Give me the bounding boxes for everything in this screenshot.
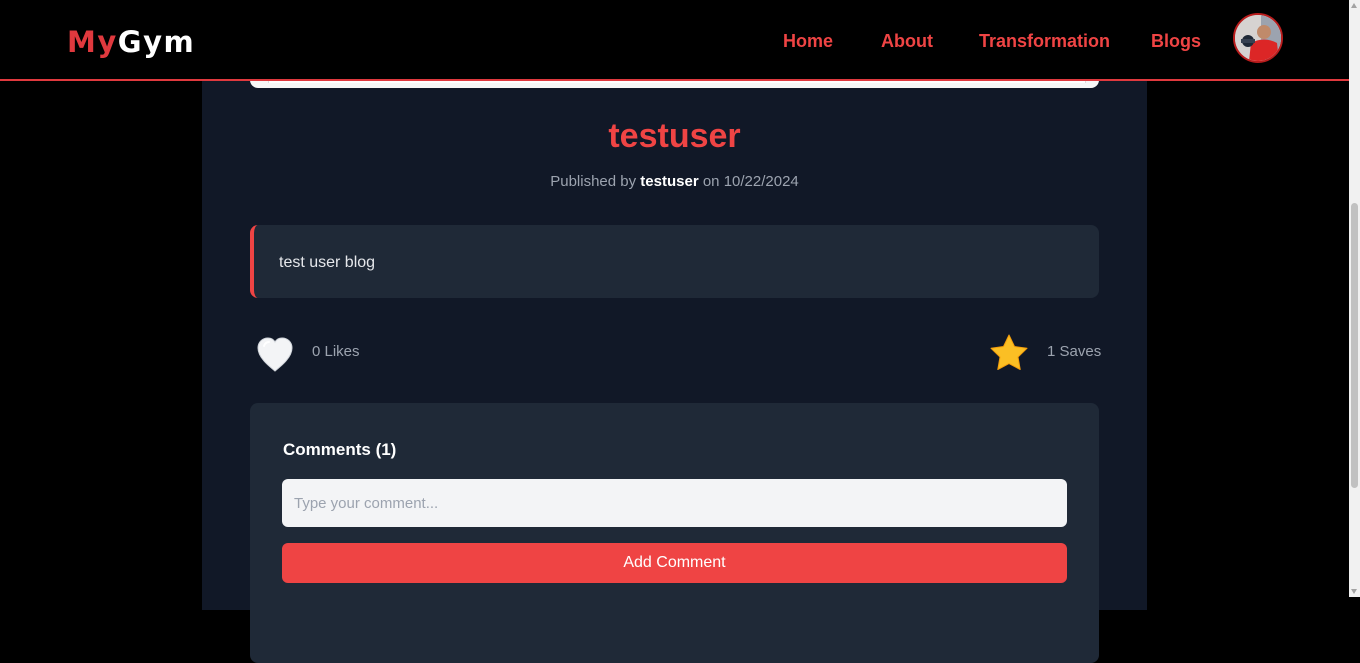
comment-input[interactable] (282, 479, 1067, 527)
like-button[interactable] (254, 334, 296, 374)
avatar[interactable] (1233, 13, 1283, 63)
scroll-up-arrow-icon[interactable] (1351, 3, 1357, 8)
logo[interactable]: MyGym (67, 24, 195, 60)
nav-link-about[interactable]: About (881, 29, 933, 53)
save-count: 1 Saves (1047, 343, 1102, 360)
avatar-image (1235, 15, 1281, 61)
scroll-thumb[interactable] (1351, 203, 1358, 488)
post-title: testuser (608, 117, 741, 155)
heart-icon (257, 337, 293, 372)
post-date: 10/22/2024 (723, 173, 799, 190)
nav-link-transformation[interactable]: Transformation (979, 29, 1110, 53)
logo-my: My (67, 25, 118, 59)
scroll-down-arrow-icon[interactable] (1351, 589, 1357, 594)
logo-gym: Gym (117, 25, 196, 59)
like-count: 0 Likes (312, 343, 360, 360)
navbar: MyGym Home About Transformation Blogs (0, 0, 1349, 81)
post-body: test user blog (279, 254, 376, 271)
nav-link-blogs[interactable]: Blogs (1151, 29, 1201, 53)
save-button[interactable] (988, 332, 1030, 374)
page-scrollbar[interactable] (1349, 0, 1360, 597)
star-icon (990, 334, 1028, 370)
comments-heading: Comments (1) (283, 440, 397, 459)
post-author: testuser (640, 173, 699, 190)
post-body-box: test user blog (250, 225, 1099, 298)
post-meta: Published by testuser on 10/22/2024 (202, 172, 1147, 192)
add-comment-button[interactable]: Add Comment (282, 543, 1067, 583)
comments-section: Comments (1) Add Comment (250, 403, 1099, 663)
nav-link-home[interactable]: Home (783, 29, 833, 53)
published-prefix: Published by (550, 173, 641, 190)
date-prefix: on (698, 173, 724, 190)
blog-post-card: testuser Published by testuser on 10/22/… (202, 70, 1147, 663)
